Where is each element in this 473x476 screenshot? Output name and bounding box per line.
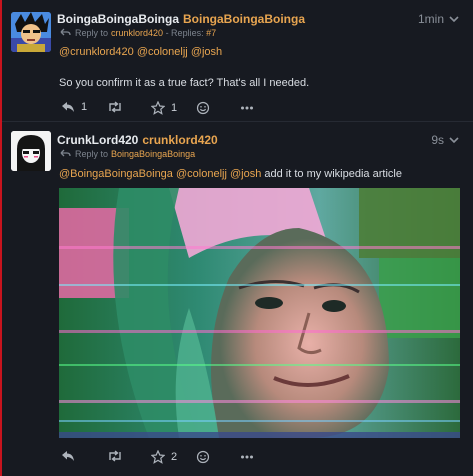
reply-info: Reply to crunklord420 - Replies: #7 (60, 28, 216, 38)
like-count: 2 (171, 451, 178, 463)
more-icon (241, 106, 253, 110)
post-2: CrunkLord420 crunklord420 9s Reply to Boin… (2, 122, 473, 476)
star-icon (151, 101, 165, 115)
reply-prefix: Reply to (75, 149, 109, 159)
reply-arrow-icon (60, 28, 71, 36)
replies-count-link[interactable]: #7 (206, 28, 216, 38)
display-name[interactable]: CrunkLord420 (57, 133, 138, 147)
mention-link[interactable]: @josh (191, 46, 222, 58)
post-header: CrunkLord420 crunklord420 (57, 133, 218, 147)
time-label[interactable]: 9s (431, 133, 444, 147)
post-actions: 1 1 (2, 101, 473, 117)
reply-icon (62, 102, 74, 112)
post-text-content: add it to my wikipedia article (261, 168, 402, 180)
reply-count: 1 (81, 101, 88, 113)
reply-to-link[interactable]: BoingaBoingaBoinga (111, 149, 195, 159)
avatar-image (11, 131, 51, 171)
mention-link[interactable]: @josh (230, 168, 261, 180)
post-header: BoingaBoingaBoinga BoingaBoingaBoinga (57, 12, 305, 26)
favorite-button[interactable]: 2 (151, 450, 177, 464)
reply-prefix: Reply to (75, 28, 109, 38)
time-label[interactable]: 1min (418, 12, 444, 26)
chevron-down-icon[interactable] (448, 134, 460, 146)
star-icon (151, 450, 165, 464)
mentions-line: @crunklord420 @coloneljj @josh (59, 46, 222, 58)
post-1: BoingaBoingaBoinga BoingaBoingaBoinga 1mi… (2, 0, 473, 122)
avatar-image (11, 12, 51, 52)
avatar[interactable] (11, 131, 51, 171)
like-count: 1 (171, 102, 178, 114)
retweet-icon (109, 101, 121, 113)
timestamp[interactable]: 1min (418, 12, 460, 26)
mention-link[interactable]: @coloneljj (137, 46, 188, 58)
avatar[interactable] (11, 12, 51, 52)
reply-arrow-icon (60, 149, 71, 157)
more-button[interactable] (240, 101, 254, 115)
handle[interactable]: crunklord420 (142, 133, 217, 147)
post-text: So you confirm it as a true fact? That's… (59, 77, 310, 89)
reply-info: Reply to BoingaBoingaBoinga (60, 149, 195, 159)
reply-button[interactable]: 1 (61, 101, 87, 113)
repeat-button[interactable] (107, 450, 123, 462)
emoji-icon (196, 450, 210, 464)
display-name[interactable]: BoingaBoingaBoinga (57, 12, 179, 26)
attached-image[interactable] (59, 188, 460, 438)
handle[interactable]: BoingaBoingaBoinga (183, 12, 305, 26)
favorite-button[interactable]: 1 (151, 101, 177, 115)
replies-label: - Replies: (163, 28, 207, 38)
glitched-photo (59, 188, 460, 438)
reply-to-link[interactable]: crunklord420 (111, 28, 163, 38)
chevron-down-icon[interactable] (448, 13, 460, 25)
reply-icon (62, 451, 74, 461)
react-button[interactable] (196, 450, 210, 464)
timestamp[interactable]: 9s (431, 133, 460, 147)
mention-link[interactable]: @coloneljj (176, 168, 227, 180)
repeat-button[interactable] (107, 101, 123, 113)
react-button[interactable] (196, 101, 210, 115)
more-icon (241, 455, 253, 459)
more-button[interactable] (240, 450, 254, 464)
mention-link[interactable]: @BoingaBoingaBoinga (59, 168, 173, 180)
post-text: @BoingaBoingaBoinga @coloneljj @josh add… (59, 168, 402, 180)
mention-link[interactable]: @crunklord420 (59, 46, 134, 58)
reply-button[interactable] (61, 450, 75, 462)
retweet-icon (109, 450, 121, 462)
post-actions: 2 (2, 450, 473, 466)
emoji-icon (196, 101, 210, 115)
